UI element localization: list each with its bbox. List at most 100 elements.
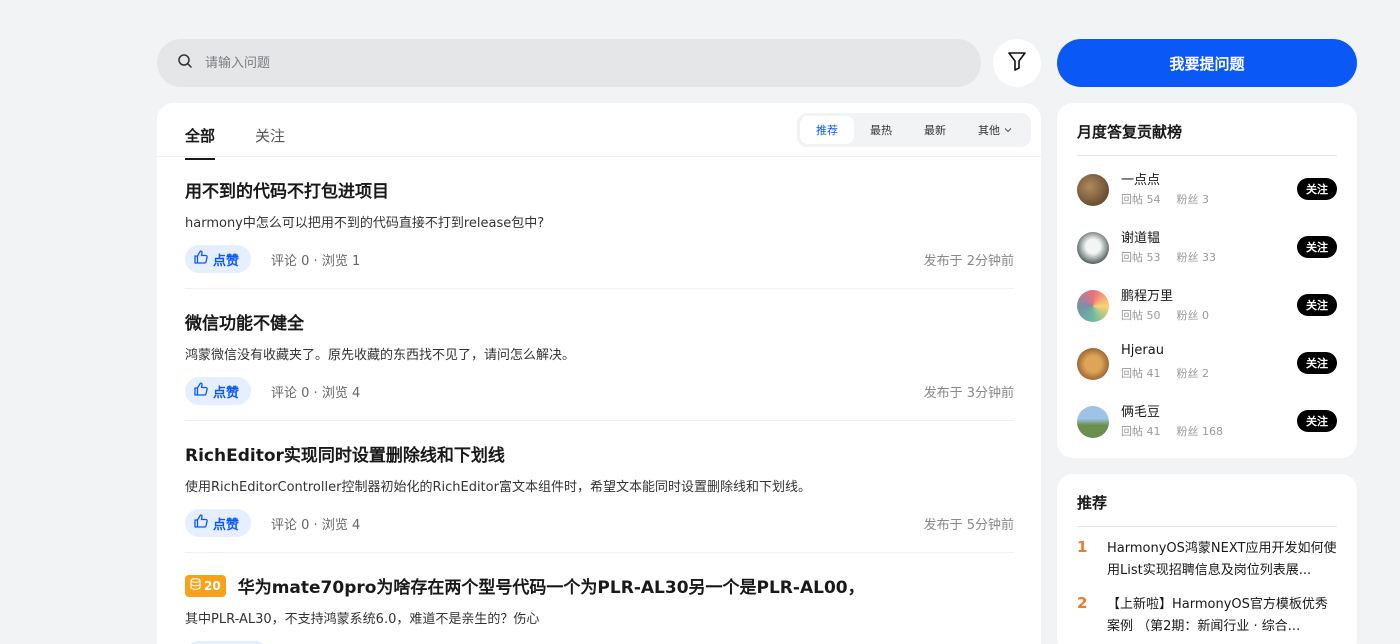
post-time: 发布于 3分钟前: [923, 385, 1014, 401]
avatar[interactable]: [1077, 290, 1109, 322]
recommend-text: HarmonyOS鸿蒙NEXT应用开发如何使用List实现招聘信息及岗位列表展.…: [1107, 541, 1337, 578]
fan-count: 粉丝 3: [1176, 193, 1210, 206]
feed-tabs: 全部 关注: [185, 125, 285, 160]
question-description: 鸿蒙微信没有收藏夹了。原先收藏的东西找不见了，请问怎么解决。: [185, 348, 576, 363]
comment-count: 评论 0 · 浏览 4: [271, 517, 361, 533]
like-button[interactable]: 点赞: [185, 245, 252, 273]
view-count: 浏览 4: [321, 385, 361, 401]
avatar[interactable]: [1077, 348, 1109, 380]
ranking-title: 月度答复贡献榜: [1077, 123, 1183, 141]
thumbs-up-icon: [193, 513, 209, 533]
sort-label: 其他: [978, 124, 1000, 137]
bounty-value: 20: [204, 578, 221, 593]
recommend-item[interactable]: 2 【上新啦】HarmonyOS官方模板优秀案例 （第2期：新闻行业 · 综合.…: [1077, 594, 1337, 638]
recommend-panel: 推荐 1 HarmonyOS鸿蒙NEXT应用开发如何使用List实现招聘信息及岗…: [1057, 474, 1357, 644]
post-time: 发布于 2分钟前: [923, 253, 1014, 269]
comment-count: 评论 0 · 浏览 4: [271, 385, 361, 401]
question-title-row: 20 华为mate70pro为啥存在两个型号代码一个为PLR-AL30另一个是P…: [185, 573, 1014, 598]
ranking-user: 俩毛豆 回帖 41 粉丝 168 关注: [1077, 401, 1337, 441]
thumbs-up-icon: [193, 249, 209, 269]
sort-latest[interactable]: 最新: [908, 116, 962, 144]
sort-label: 推荐: [816, 124, 838, 137]
follow-button[interactable]: 关注: [1297, 352, 1337, 374]
comment-count-text: 评论 0: [271, 385, 310, 401]
follow-button[interactable]: 关注: [1297, 410, 1337, 432]
follow-button[interactable]: 关注: [1297, 294, 1337, 316]
tab-following[interactable]: 关注: [255, 125, 285, 160]
fan-count: 粉丝 0: [1176, 309, 1210, 322]
user-name[interactable]: 一点点: [1121, 169, 1160, 188]
recommend-rank: 2: [1077, 594, 1088, 612]
sort-other-dropdown[interactable]: 其他: [962, 116, 1028, 144]
tab-all[interactable]: 全部: [185, 125, 216, 160]
ranking-user: 鹏程万里 回帖 50 粉丝 0 关注: [1077, 285, 1337, 325]
panel-divider: [1077, 155, 1337, 156]
like-button[interactable]: 点赞: [185, 509, 252, 537]
question-meta: 点赞 评论 0 · 浏览 4 发布于 5分钟前: [185, 509, 1014, 537]
question-title[interactable]: 用不到的代码不打包进项目: [185, 177, 1014, 202]
recommend-rank: 1: [1077, 538, 1088, 556]
recommend-item[interactable]: 1 HarmonyOS鸿蒙NEXT应用开发如何使用List实现招聘信息及岗位列表…: [1077, 538, 1337, 582]
ranking-user: 一点点 回帖 54 粉丝 3 关注: [1077, 169, 1337, 209]
filter-button[interactable]: [993, 39, 1041, 87]
sort-recommended[interactable]: 推荐: [800, 116, 854, 144]
question-description: 使用RichEditorController控制器初始化的RichEditor富…: [185, 480, 811, 495]
user-name[interactable]: 鹏程万里: [1121, 285, 1173, 304]
post-time: 发布于 5分钟前: [923, 517, 1014, 533]
user-name[interactable]: 俩毛豆: [1121, 401, 1160, 420]
question-description: harmony中怎么可以把用不到的代码直接不打到release包中?: [185, 216, 545, 231]
follow-button[interactable]: 关注: [1297, 236, 1337, 258]
question-title[interactable]: 华为mate70pro为啥存在两个型号代码一个为PLR-AL30另一个是PLR-…: [238, 573, 865, 598]
filter-icon: [1006, 50, 1028, 76]
reply-count: 回帖 50: [1121, 309, 1161, 322]
comment-count: 评论 0 · 浏览 1: [271, 253, 361, 269]
like-label: 点赞: [213, 385, 240, 401]
fan-count: 粉丝 168: [1176, 425, 1224, 438]
avatar[interactable]: [1077, 232, 1109, 264]
sort-label: 最热: [870, 124, 892, 137]
question-title[interactable]: 微信功能不健全: [185, 309, 1014, 334]
ranking-user: Hjerau 回帖 41 粉丝 2 关注: [1077, 343, 1337, 383]
reply-count: 回帖 41: [1121, 367, 1161, 380]
search-input[interactable]: [205, 55, 905, 71]
sort-hottest[interactable]: 最热: [854, 116, 908, 144]
contribution-ranking-panel: 月度答复贡献榜 一点点 回帖 54 粉丝 3 关注 谢道韫 回帖 53 粉丝 33 …: [1057, 103, 1357, 458]
user-stats: 回帖 50 粉丝 0: [1121, 307, 1209, 323]
recommend-text: 【上新啦】HarmonyOS官方模板优秀案例 （第2期：新闻行业 · 综合...: [1107, 597, 1328, 634]
chevron-down-icon: [1004, 124, 1012, 137]
like-button[interactable]: 点赞: [185, 377, 252, 405]
question-item: RichEditor实现同时设置删除线和下划线 使用RichEditorCont…: [185, 441, 1014, 537]
question-item: 20 华为mate70pro为啥存在两个型号代码一个为PLR-AL30另一个是P…: [185, 573, 1014, 644]
avatar[interactable]: [1077, 174, 1109, 206]
tabs-divider: [157, 156, 1041, 157]
search-bar[interactable]: [157, 39, 981, 87]
ranking-user: 谢道韫 回帖 53 粉丝 33 关注: [1077, 227, 1337, 267]
reply-count: 回帖 53: [1121, 251, 1161, 264]
like-label: 点赞: [213, 517, 240, 533]
user-name[interactable]: Hjerau: [1121, 343, 1164, 358]
search-icon: [177, 53, 193, 73]
user-name[interactable]: 谢道韫: [1121, 227, 1160, 246]
comment-count-text: 评论 0: [271, 517, 310, 533]
thumbs-up-icon: [193, 381, 209, 401]
item-divider: [185, 288, 1014, 289]
bounty-badge: 20: [185, 574, 226, 597]
question-item: 微信功能不健全 鸿蒙微信没有收藏夹了。原先收藏的东西找不见了，请问怎么解决。 点…: [185, 309, 1014, 405]
avatar[interactable]: [1077, 406, 1109, 438]
question-meta: 点赞 评论 0 · 浏览 1 发布于 2分钟前: [185, 245, 1014, 273]
user-stats: 回帖 54 粉丝 3: [1121, 191, 1209, 207]
ask-question-button[interactable]: 我要提问题: [1057, 39, 1357, 87]
comment-count-text: 评论 0: [271, 253, 310, 269]
question-item: 用不到的代码不打包进项目 harmony中怎么可以把用不到的代码直接不打到rel…: [185, 177, 1014, 273]
user-stats: 回帖 41 粉丝 2: [1121, 365, 1209, 381]
recommend-title: 推荐: [1077, 494, 1108, 512]
question-title[interactable]: RichEditor实现同时设置删除线和下划线: [185, 441, 1014, 466]
view-count: 浏览 1: [321, 253, 361, 269]
follow-button[interactable]: 关注: [1297, 178, 1337, 200]
reply-count: 回帖 54: [1121, 193, 1161, 206]
panel-divider: [1077, 526, 1337, 527]
user-stats: 回帖 53 粉丝 33: [1121, 249, 1216, 265]
view-count: 浏览 4: [321, 517, 361, 533]
question-feed: 全部 关注 推荐 最热 最新 其他 用不到的代码不打包进项目 harmony中怎…: [157, 103, 1041, 644]
sort-label: 最新: [924, 124, 946, 137]
